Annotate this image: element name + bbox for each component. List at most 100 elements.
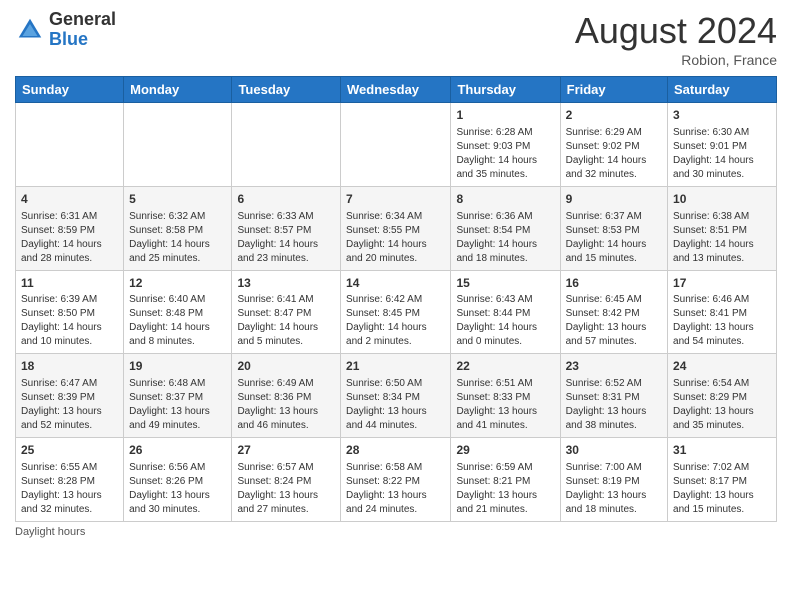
day-cell: 23Sunrise: 6:52 AM Sunset: 8:31 PM Dayli…: [560, 354, 667, 438]
day-cell: 19 Sunrise: 6:48 AM Sunset: 8:37 PM Dayli…: [124, 354, 232, 438]
day-cell: [232, 103, 341, 187]
page: General Blue August 2024 Robion, France …: [0, 0, 792, 612]
day-number: 22: [456, 358, 554, 375]
logo-blue-text: Blue: [49, 29, 88, 49]
footer: Daylight hours: [15, 526, 777, 538]
day-cell: 10Sunrise: 6:38 AM Sunset: 8:51 PM Dayli…: [668, 186, 777, 270]
day-info: Sunrise: 6:46 AM Sunset: 8:41 PM Dayligh…: [673, 293, 771, 349]
day-number: 27: [237, 442, 335, 459]
daylight-label: Daylight hours: [15, 526, 85, 538]
col-header-wednesday: Wednesday: [341, 77, 451, 103]
day-cell: 11Sunrise: 6:39 AM Sunset: 8:50 PM Dayli…: [16, 270, 124, 354]
day-number: 28: [346, 442, 445, 459]
day-cell: 24 Sunrise: 6:54 AM Sunset: 8:29 PM Dayli…: [668, 354, 777, 438]
day-cell: 25Sunrise: 6:55 AM Sunset: 8:28 PM Dayli…: [16, 438, 124, 522]
day-cell: 29 Sunrise: 6:59 AM Sunset: 8:21 PM Dayli…: [451, 438, 560, 522]
day-number: 11: [21, 275, 118, 292]
day-cell: 12Sunrise: 6:40 AM Sunset: 8:48 PM Dayli…: [124, 270, 232, 354]
day-number: 3: [673, 107, 771, 124]
week-row-1: 1 Sunrise: 6:28 AM Sunset: 9:03 PM Daylig…: [16, 103, 777, 187]
month-year: August 2024: [575, 10, 777, 52]
day-info: Sunrise: 6:48 AM Sunset: 8:37 PM Dayligh…: [129, 377, 226, 433]
day-info: Sunrise: 6:45 AM Sunset: 8:42 PM Dayligh…: [566, 293, 662, 349]
day-info: Sunrise: 6:38 AM Sunset: 8:51 PM Dayligh…: [673, 210, 771, 266]
day-cell: 20Sunrise: 6:49 AM Sunset: 8:36 PM Dayli…: [232, 354, 341, 438]
day-number: 19: [129, 358, 226, 375]
day-cell: 15Sunrise: 6:43 AM Sunset: 8:44 PM Dayli…: [451, 270, 560, 354]
day-number: 17: [673, 275, 771, 292]
day-cell: 28 Sunrise: 6:58 AM Sunset: 8:22 PM Dayli…: [341, 438, 451, 522]
day-info: Sunrise: 6:34 AM Sunset: 8:55 PM Dayligh…: [346, 210, 445, 266]
col-header-monday: Monday: [124, 77, 232, 103]
header: General Blue August 2024 Robion, France: [15, 10, 777, 68]
col-header-friday: Friday: [560, 77, 667, 103]
day-info: Sunrise: 6:49 AM Sunset: 8:36 PM Dayligh…: [237, 377, 335, 433]
week-row-4: 18 Sunrise: 6:47 AM Sunset: 8:39 PM Dayli…: [16, 354, 777, 438]
day-info: Sunrise: 6:33 AM Sunset: 8:57 PM Dayligh…: [237, 210, 335, 266]
day-cell: 31Sunrise: 7:02 AM Sunset: 8:17 PM Dayli…: [668, 438, 777, 522]
day-info: Sunrise: 6:40 AM Sunset: 8:48 PM Dayligh…: [129, 293, 226, 349]
day-number: 30: [566, 442, 662, 459]
day-cell: 22 Sunrise: 6:51 AM Sunset: 8:33 PM Dayli…: [451, 354, 560, 438]
logo-icon: [15, 15, 45, 45]
day-info: Sunrise: 6:54 AM Sunset: 8:29 PM Dayligh…: [673, 377, 771, 433]
day-info: Sunrise: 6:47 AM Sunset: 8:39 PM Dayligh…: [21, 377, 118, 433]
day-cell: 26Sunrise: 6:56 AM Sunset: 8:26 PM Dayli…: [124, 438, 232, 522]
day-cell: 2Sunrise: 6:29 AM Sunset: 9:02 PM Daylig…: [560, 103, 667, 187]
calendar-header-row: SundayMondayTuesdayWednesdayThursdayFrid…: [16, 77, 777, 103]
day-info: Sunrise: 6:43 AM Sunset: 8:44 PM Dayligh…: [456, 293, 554, 349]
day-cell: 18 Sunrise: 6:47 AM Sunset: 8:39 PM Dayli…: [16, 354, 124, 438]
day-info: Sunrise: 6:51 AM Sunset: 8:33 PM Dayligh…: [456, 377, 554, 433]
day-number: 29: [456, 442, 554, 459]
day-info: Sunrise: 6:36 AM Sunset: 8:54 PM Dayligh…: [456, 210, 554, 266]
day-cell: 5Sunrise: 6:32 AM Sunset: 8:58 PM Daylig…: [124, 186, 232, 270]
day-number: 15: [456, 275, 554, 292]
day-info: Sunrise: 6:39 AM Sunset: 8:50 PM Dayligh…: [21, 293, 118, 349]
day-cell: 9 Sunrise: 6:37 AM Sunset: 8:53 PM Daylig…: [560, 186, 667, 270]
week-row-2: 4 Sunrise: 6:31 AM Sunset: 8:59 PM Daylig…: [16, 186, 777, 270]
title-block: August 2024 Robion, France: [575, 10, 777, 68]
day-info: Sunrise: 6:29 AM Sunset: 9:02 PM Dayligh…: [566, 126, 662, 182]
day-cell: 21Sunrise: 6:50 AM Sunset: 8:34 PM Dayli…: [341, 354, 451, 438]
day-number: 1: [456, 107, 554, 124]
day-info: Sunrise: 6:42 AM Sunset: 8:45 PM Dayligh…: [346, 293, 445, 349]
logo-general-text: General: [49, 9, 116, 29]
day-cell: 27 Sunrise: 6:57 AM Sunset: 8:24 PM Dayli…: [232, 438, 341, 522]
week-row-5: 25Sunrise: 6:55 AM Sunset: 8:28 PM Dayli…: [16, 438, 777, 522]
day-number: 14: [346, 275, 445, 292]
day-info: Sunrise: 6:55 AM Sunset: 8:28 PM Dayligh…: [21, 461, 118, 517]
day-info: Sunrise: 6:41 AM Sunset: 8:47 PM Dayligh…: [237, 293, 335, 349]
day-info: Sunrise: 6:57 AM Sunset: 8:24 PM Dayligh…: [237, 461, 335, 517]
day-cell: 13Sunrise: 6:41 AM Sunset: 8:47 PM Dayli…: [232, 270, 341, 354]
day-cell: 16Sunrise: 6:45 AM Sunset: 8:42 PM Dayli…: [560, 270, 667, 354]
col-header-sunday: Sunday: [16, 77, 124, 103]
day-info: Sunrise: 6:28 AM Sunset: 9:03 PM Dayligh…: [456, 126, 554, 182]
day-number: 18: [21, 358, 118, 375]
day-number: 12: [129, 275, 226, 292]
week-row-3: 11Sunrise: 6:39 AM Sunset: 8:50 PM Dayli…: [16, 270, 777, 354]
day-info: Sunrise: 6:31 AM Sunset: 8:59 PM Dayligh…: [21, 210, 118, 266]
day-info: Sunrise: 6:58 AM Sunset: 8:22 PM Dayligh…: [346, 461, 445, 517]
day-info: Sunrise: 6:37 AM Sunset: 8:53 PM Dayligh…: [566, 210, 662, 266]
day-info: Sunrise: 6:59 AM Sunset: 8:21 PM Dayligh…: [456, 461, 554, 517]
day-info: Sunrise: 6:56 AM Sunset: 8:26 PM Dayligh…: [129, 461, 226, 517]
day-number: 6: [237, 191, 335, 208]
day-number: 9: [566, 191, 662, 208]
day-info: Sunrise: 6:32 AM Sunset: 8:58 PM Dayligh…: [129, 210, 226, 266]
day-cell: 14Sunrise: 6:42 AM Sunset: 8:45 PM Dayli…: [341, 270, 451, 354]
col-header-thursday: Thursday: [451, 77, 560, 103]
day-cell: [124, 103, 232, 187]
day-cell: [16, 103, 124, 187]
location: Robion, France: [575, 52, 777, 68]
day-number: 7: [346, 191, 445, 208]
day-cell: 17Sunrise: 6:46 AM Sunset: 8:41 PM Dayli…: [668, 270, 777, 354]
col-header-tuesday: Tuesday: [232, 77, 341, 103]
day-cell: [341, 103, 451, 187]
day-number: 13: [237, 275, 335, 292]
day-info: Sunrise: 6:50 AM Sunset: 8:34 PM Dayligh…: [346, 377, 445, 433]
logo-text: General Blue: [49, 10, 116, 50]
day-cell: 8Sunrise: 6:36 AM Sunset: 8:54 PM Daylig…: [451, 186, 560, 270]
day-number: 24: [673, 358, 771, 375]
day-cell: 6 Sunrise: 6:33 AM Sunset: 8:57 PM Daylig…: [232, 186, 341, 270]
day-number: 4: [21, 191, 118, 208]
